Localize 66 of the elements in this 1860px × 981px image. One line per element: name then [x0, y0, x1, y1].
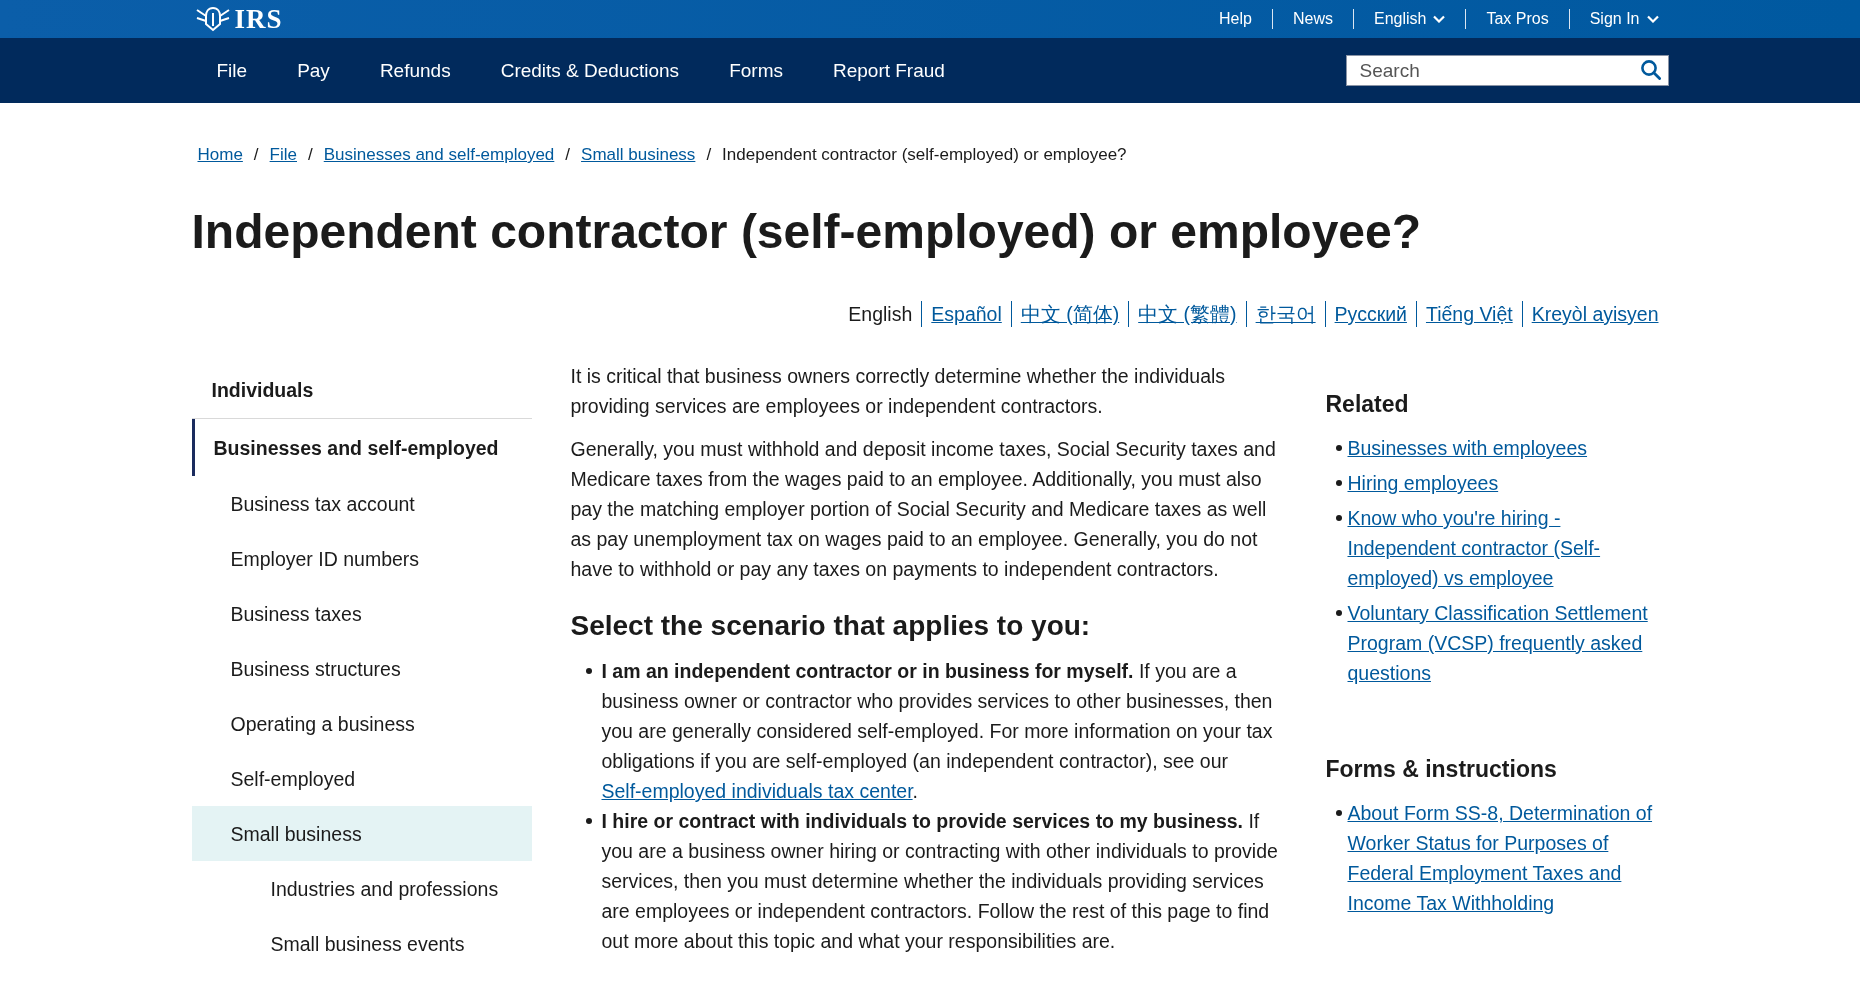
related-link[interactable]: Voluntary Classification Settlement Program (VCSP) frequently asked questions: [1347, 598, 1666, 688]
breadcrumb-separator: /: [308, 145, 313, 164]
scenario-paragraph: I hire or contract with individuals to provide services to my business. If you are a business owner hiring or contracting with other individuals to provide services, then you must determine whether the individuals providing services are employees or independent contractors. Follow the rest of this page to find out more about this topic and what your responsibilities are.: [601, 809, 1279, 954]
nav-link[interactable]: Pay: [272, 49, 355, 92]
bullet-icon: [585, 668, 592, 674]
bullet-icon: [1335, 515, 1342, 521]
related-link[interactable]: Hiring employees: [1347, 468, 1666, 498]
breadcrumb-link[interactable]: Businesses and self-employed: [323, 145, 555, 164]
emblem-icon: [195, 5, 230, 33]
breadcrumb-separator: /: [253, 145, 259, 164]
logo-wordmark[interactable]: IRS: [234, 3, 283, 35]
chevron-down-icon: [1646, 15, 1659, 23]
sidebar-link[interactable]: Individuals: [191, 361, 532, 418]
scenario-paragraph: I am an independent contractor or in business for myself. If you are a business owner or contractor who provides services to other businesses, then you are generally considered self-employed. For more information on your tax obligations if you are self-employed (an independent contractor), see our Self-employed individuals tax center.: [601, 659, 1274, 804]
nav-link[interactable]: File: [191, 49, 273, 92]
bullet-icon: [1335, 480, 1342, 486]
nav-link[interactable]: Credits & Deductions: [475, 49, 705, 92]
language-link[interactable]: 中文 (简体): [1020, 301, 1120, 327]
nav-link[interactable]: Forms: [704, 49, 808, 92]
related-link[interactable]: About Form SS-8, Determination of Worker Status for Purposes of Federal Employment Taxes and Income Tax Withholding: [1347, 798, 1666, 918]
nav-link[interactable]: Report Fraud: [807, 49, 970, 92]
sidebar-link[interactable]: Business structures: [191, 641, 532, 696]
utility-link[interactable]: Tax Pros: [1466, 8, 1569, 30]
language-link[interactable]: 中文 (繁體): [1138, 301, 1237, 327]
utility-link[interactable]: English: [1353, 8, 1466, 30]
aside-heading: Forms & instructions: [1325, 755, 1558, 784]
sidebar-link[interactable]: Business tax account: [191, 476, 532, 531]
aside-heading: Related: [1325, 390, 1410, 419]
sidebar-link[interactable]: Operating a business: [191, 696, 532, 751]
breadcrumb-link[interactable]: Small business: [581, 145, 696, 164]
utility-link[interactable]: Help: [1199, 8, 1272, 30]
body-paragraph: It is critical that business owners correctly determine whether the individuals providing services are employees or independent contractors.: [570, 364, 1227, 419]
sidebar-link[interactable]: Business taxes: [191, 586, 532, 641]
chevron-down-icon: [1433, 15, 1446, 23]
utility-link[interactable]: News: [1272, 8, 1353, 30]
sidebar-link[interactable]: Self-employed: [191, 751, 532, 806]
sidebar-link[interactable]: Businesses and self-employed: [191, 419, 532, 476]
sidebar-link[interactable]: Small business events: [191, 916, 532, 971]
bullet-icon: [1335, 610, 1342, 616]
language-link[interactable]: Русский: [1334, 301, 1407, 327]
breadcrumb-separator: /: [565, 145, 571, 164]
breadcrumb-separator: /: [706, 145, 712, 164]
related-link[interactable]: Businesses with employees: [1347, 433, 1666, 463]
search-icon[interactable]: [1640, 60, 1661, 80]
bullet-icon: [1335, 445, 1342, 451]
bullet-icon: [585, 818, 592, 824]
section-heading: Select the scenario that applies to you:: [570, 609, 1092, 643]
sidebar-link[interactable]: Industries and professions: [191, 861, 532, 916]
sidebar-link[interactable]: Small business: [191, 806, 532, 861]
text-link[interactable]: Self-employed individuals tax center: [601, 780, 913, 802]
breadcrumb-link[interactable]: Home: [197, 145, 243, 164]
language-link[interactable]: Español: [931, 301, 1002, 327]
related-link[interactable]: Know who you're hiring - Independent contractor (Self-employed) vs employee: [1347, 503, 1666, 593]
search-field[interactable]: Search: [1345, 55, 1669, 86]
sidebar-link[interactable]: Employer ID numbers: [191, 531, 532, 586]
language-link[interactable]: Tiếng Việt: [1425, 301, 1513, 327]
breadcrumb-link[interactable]: File: [269, 145, 297, 164]
utility-link[interactable]: Sign In: [1569, 8, 1669, 30]
current-language: English: [848, 302, 913, 327]
language-link[interactable]: 한국어: [1255, 301, 1316, 327]
breadcrumb-current-page: Independent contractor (self-employed) or employee?: [722, 145, 1127, 164]
bullet-icon: [1335, 810, 1342, 816]
body-paragraph: Generally, you must withhold and deposit income taxes, Social Security taxes and Medicare taxes from the wages paid to an employee. Additionally, you must also pay the matching employer portion of Social Security and Medicare taxes as well as pay unemployment tax on wages paid to an employee. Generally, you do not have to withhold or pay any taxes on payments to independent contractors.: [570, 437, 1277, 582]
nav-link[interactable]: Refunds: [354, 49, 476, 92]
page-title: Independent contractor (self-employed) or employee?: [191, 204, 1423, 260]
language-link[interactable]: Kreyòl ayisyen: [1531, 301, 1659, 327]
